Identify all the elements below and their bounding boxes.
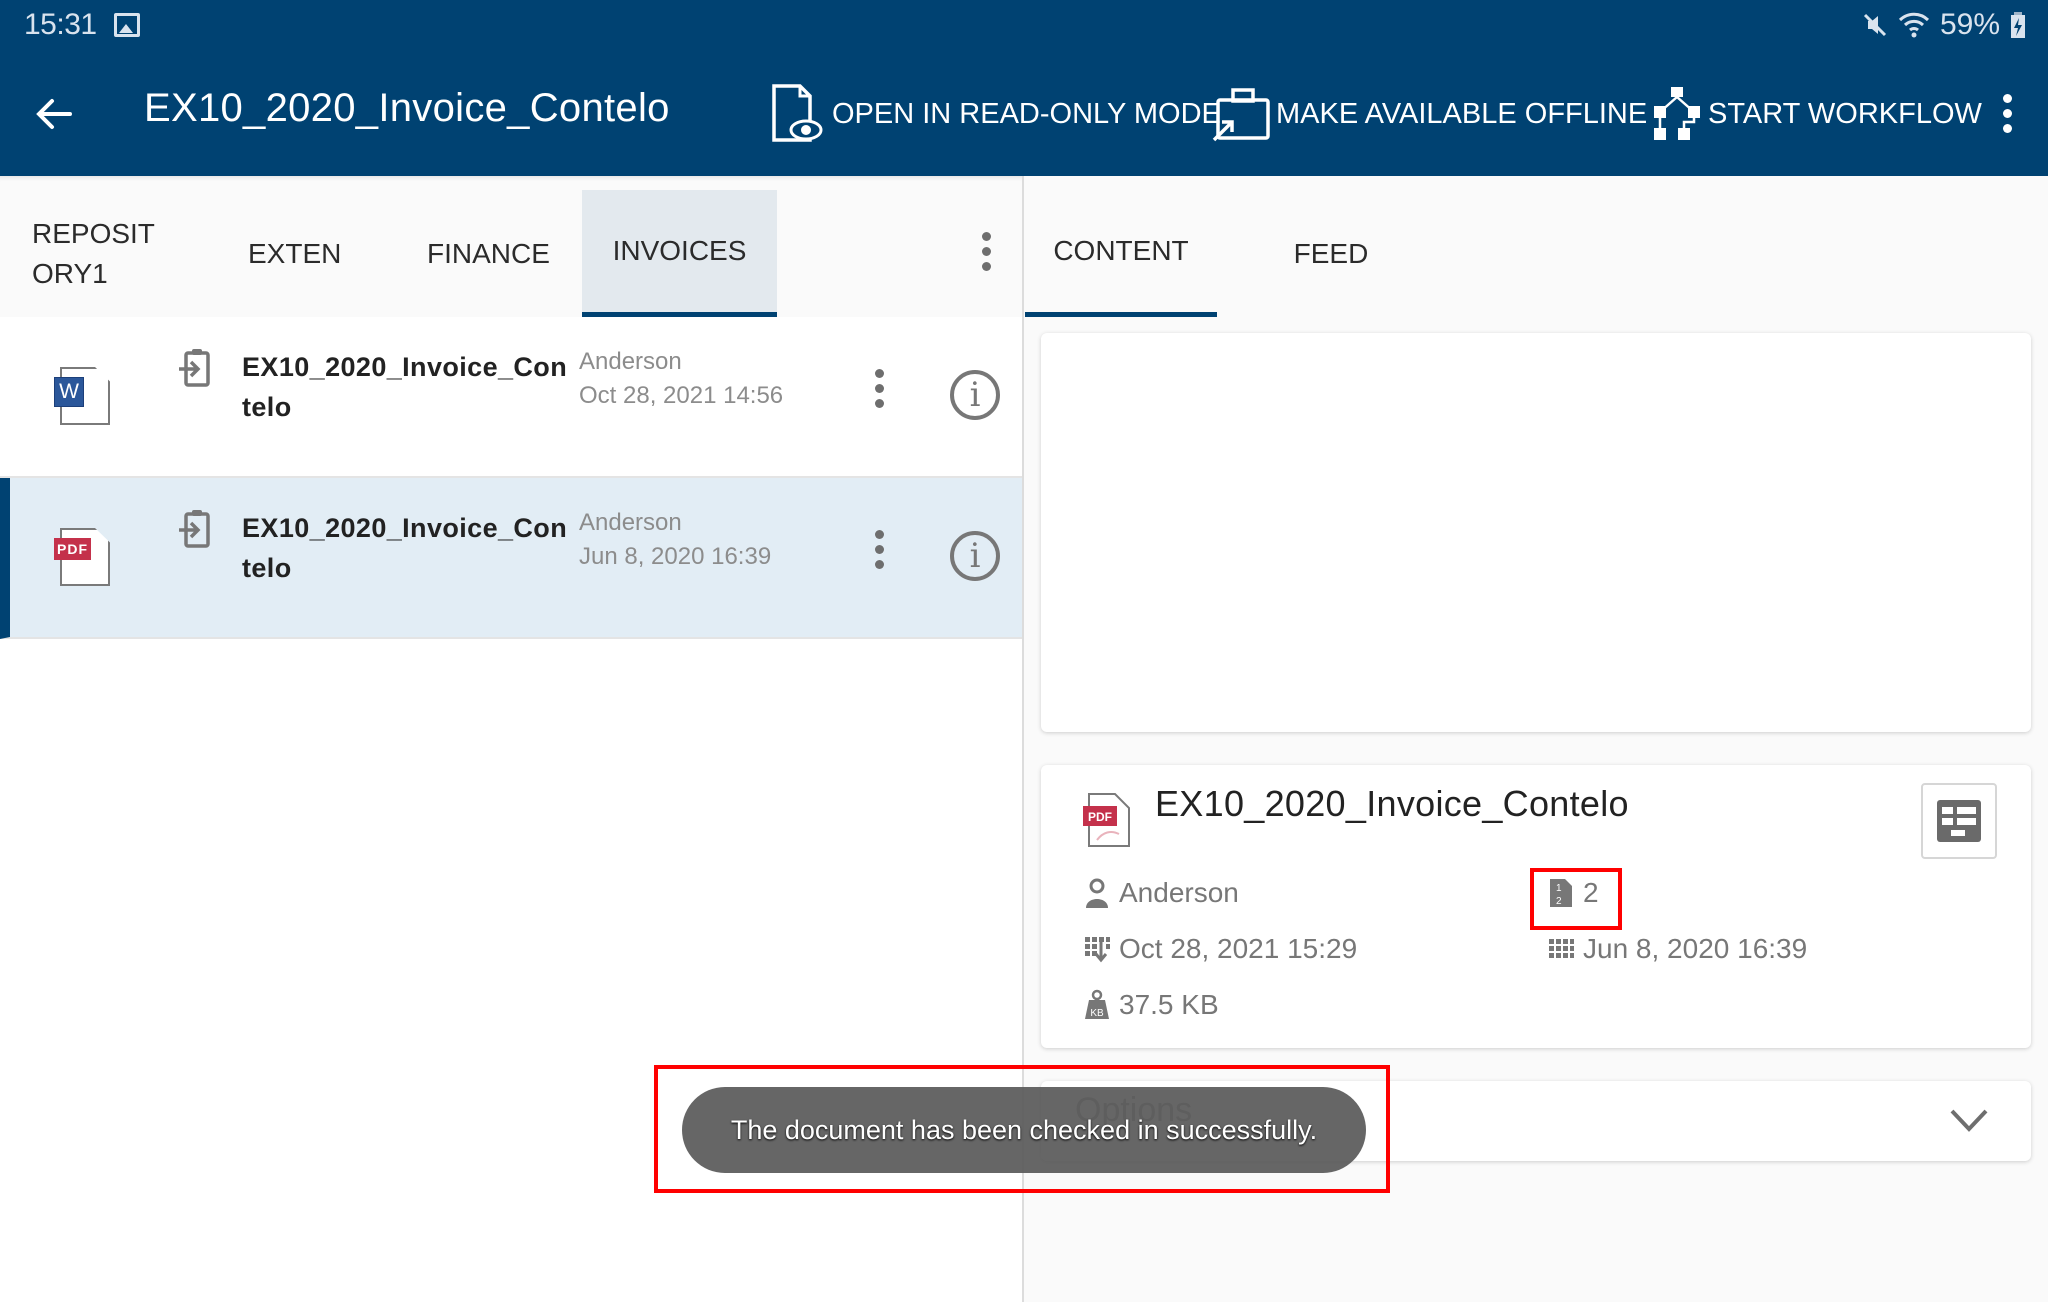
tab-label: REPOSIT xyxy=(32,217,155,249)
pdf-badge: PDF xyxy=(54,538,91,560)
created-value: Jun 8, 2020 16:39 xyxy=(1583,933,1808,964)
tab-label: CONTENT xyxy=(1053,235,1189,266)
calendar-icon xyxy=(1549,939,1574,958)
table-view-icon xyxy=(1937,800,1981,842)
toast-highlight-box xyxy=(654,1065,1390,1193)
arrow-left-icon xyxy=(36,99,72,129)
tab-label: ORY1 xyxy=(32,257,108,289)
start-workflow-button[interactable]: START WORKFLOW xyxy=(1652,82,1982,146)
svg-text:KB: KB xyxy=(1090,1008,1104,1019)
tab-label: EXTEN xyxy=(248,237,342,269)
folder-tabs: REPOSIT ORY1 EXTEN FINANCE INVOICES xyxy=(0,176,1022,317)
modified-value: Oct 28, 2021 15:29 xyxy=(1119,933,1358,964)
status-icons: 59% xyxy=(1862,8,2026,42)
page-title: EX10_2020_Invoice_Contelo xyxy=(144,86,670,130)
document-title: EX10_2020_Invoice_Contelo xyxy=(1155,783,1629,824)
file-meta: Anderson Jun 8, 2020 16:39 xyxy=(579,506,771,574)
tab-finance[interactable]: FINANCE xyxy=(427,190,550,317)
weight-icon: KB xyxy=(1085,989,1109,1019)
tab-repository1[interactable]: REPOSIT ORY1 xyxy=(32,190,182,317)
file-name: EX10_2020_Invoice_Con telo xyxy=(242,513,568,583)
tabs-more-button[interactable] xyxy=(979,232,993,277)
status-time: 15:31 xyxy=(24,8,97,41)
battery-charging-icon xyxy=(2011,12,2025,38)
open-read-only-label: OPEN IN READ-ONLY MODE xyxy=(832,97,1221,130)
tab-label: FINANCE xyxy=(427,237,550,269)
row-more-button[interactable] xyxy=(872,369,886,414)
check-in-icon xyxy=(179,510,210,548)
file-author: Anderson xyxy=(579,509,682,536)
info-icon[interactable]: i xyxy=(950,531,1000,581)
workflow-icon xyxy=(1654,87,1700,140)
list-item[interactable]: W EX10_2020_Invoice_Con telo Anderson Oct… xyxy=(0,317,1022,478)
info-icon[interactable]: i xyxy=(950,370,1000,420)
make-available-offline-label: MAKE AVAILABLE OFFLINE xyxy=(1276,97,1648,130)
gallery-icon xyxy=(114,13,140,37)
start-workflow-label: START WORKFLOW xyxy=(1708,97,1982,130)
svg-text:PDF: PDF xyxy=(1088,810,1112,824)
file-author: Anderson xyxy=(579,348,682,375)
overflow-menu-button[interactable] xyxy=(2000,94,2014,134)
back-button[interactable] xyxy=(30,86,78,142)
chevron-down-icon xyxy=(1950,1109,1988,1132)
author-value: Anderson xyxy=(1119,877,1239,908)
list-item-selected[interactable]: PDF EX10_2020_Invoice_Con telo Anderson J… xyxy=(0,478,1022,639)
pdf-file-icon: PDF xyxy=(1083,793,1130,847)
file-name: EX10_2020_Invoice_Con telo xyxy=(242,352,568,422)
make-available-offline-button[interactable]: MAKE AVAILABLE OFFLINE xyxy=(1212,82,1647,146)
status-bar: 15:31 59% xyxy=(0,0,2048,58)
size-property: KB 37.5 KB xyxy=(1083,989,1219,1021)
tab-label: FEED xyxy=(1293,237,1369,269)
wifi-icon xyxy=(1898,12,1930,38)
tab-invoices[interactable]: INVOICES xyxy=(582,190,777,317)
tab-feed[interactable]: FEED xyxy=(1257,190,1405,317)
tab-content[interactable]: CONTENT xyxy=(1025,190,1217,317)
word-badge: W xyxy=(54,377,84,407)
content-preview xyxy=(1041,333,2031,732)
open-read-only-button[interactable]: OPEN IN READ-ONLY MODE xyxy=(770,82,1221,146)
version-highlight-box xyxy=(1530,868,1622,930)
document-details-card: PDF EX10_2020_Invoice_Contelo Anderson 1… xyxy=(1041,765,2031,1048)
file-date: Jun 8, 2020 16:39 xyxy=(579,543,772,570)
document-eye-icon xyxy=(772,84,823,142)
properties-button[interactable] xyxy=(1921,783,1997,859)
row-more-button[interactable] xyxy=(872,530,886,575)
briefcase-arrow-icon xyxy=(1212,88,1270,142)
calendar-modified-icon xyxy=(1085,937,1110,963)
created-property: Jun 8, 2020 16:39 xyxy=(1547,933,1807,965)
author-property: Anderson xyxy=(1083,877,1239,909)
tab-exten[interactable]: EXTEN xyxy=(248,190,341,317)
user-icon xyxy=(1086,878,1108,908)
size-value: 37.5 KB xyxy=(1119,989,1219,1020)
file-meta: Anderson Oct 28, 2021 14:56 xyxy=(579,345,783,413)
tab-label: INVOICES xyxy=(612,235,747,266)
mute-icon xyxy=(1863,13,1887,37)
battery-percent: 59% xyxy=(1939,8,2000,41)
modified-property: Oct 28, 2021 15:29 xyxy=(1083,933,1357,965)
file-date: Oct 28, 2021 14:56 xyxy=(579,382,784,409)
app-bar: EX10_2020_Invoice_Contelo OPEN IN READ-O… xyxy=(0,58,2048,176)
check-in-icon xyxy=(179,349,210,387)
